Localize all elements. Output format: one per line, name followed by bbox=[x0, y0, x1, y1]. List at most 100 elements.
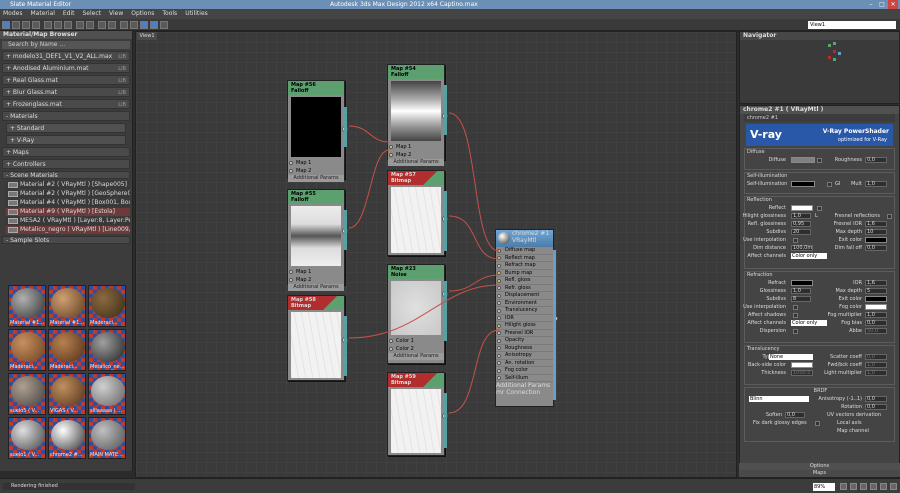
view-select[interactable]: View1 bbox=[808, 21, 896, 29]
refract-swatch[interactable] bbox=[791, 280, 813, 286]
material-pin[interactable]: Diffuse map bbox=[496, 247, 553, 255]
pin-map2[interactable]: Map 2 bbox=[288, 167, 344, 175]
layout-children-icon[interactable] bbox=[108, 21, 116, 29]
dim-spinner[interactable]: 100,0m bbox=[791, 245, 813, 251]
pin-color2[interactable]: Color 2 bbox=[388, 345, 444, 353]
sample-slot[interactable]: suelo5 ( V... bbox=[8, 373, 46, 415]
node-map54[interactable]: Map #54 Falloff Map 1 Map 2 Additional Pa… bbox=[387, 64, 448, 166]
additional-params[interactable]: Additional Params bbox=[288, 175, 344, 182]
selfillum-swatch[interactable] bbox=[791, 181, 815, 187]
pin-map1[interactable]: Map 1 bbox=[388, 143, 444, 151]
update-icon[interactable] bbox=[160, 21, 168, 29]
material-pin[interactable]: Anisotropy bbox=[496, 352, 553, 360]
view-icon[interactable] bbox=[150, 21, 158, 29]
brdf-type-dropdown[interactable]: Blinn bbox=[749, 396, 809, 402]
sample-slot[interactable]: Maderaci... bbox=[8, 329, 46, 371]
fogmult-spinner[interactable]: 1,0 bbox=[865, 312, 887, 318]
menu-item[interactable]: Modes bbox=[3, 9, 22, 19]
material-pin[interactable]: Reflect map bbox=[496, 255, 553, 262]
library-item[interactable]: + Frozenglass.mat LIB bbox=[2, 99, 130, 109]
scene-material-item[interactable]: Material #2 ( VRayMtl ) [Shape005] bbox=[6, 181, 130, 189]
ior-spinner[interactable]: 1,6 bbox=[865, 280, 887, 286]
material-pin[interactable]: Bump map bbox=[496, 270, 553, 277]
material-map-browser-icon[interactable] bbox=[120, 21, 128, 29]
move-children-icon[interactable] bbox=[54, 21, 62, 29]
hilight-spinner[interactable]: 1,0 bbox=[791, 213, 811, 219]
sample-slot[interactable]: Maderaci... bbox=[88, 285, 126, 327]
sample-slot[interactable]: Metalico_ne... bbox=[88, 329, 126, 371]
close-icon[interactable]: ✕ bbox=[888, 0, 898, 9]
sample-slot[interactable]: Material #1... bbox=[8, 285, 46, 327]
layout-all-icon[interactable] bbox=[98, 21, 106, 29]
put-to-scene-icon[interactable] bbox=[22, 21, 30, 29]
menu-item[interactable]: Options bbox=[131, 9, 154, 19]
menu-item[interactable]: Material bbox=[30, 9, 54, 19]
additional-params[interactable]: Additional Params bbox=[388, 159, 444, 166]
subdivs-spinner[interactable]: 20 bbox=[791, 229, 811, 235]
node-map23[interactable]: Map #23 Noise Color 1 Color 2 Additional … bbox=[387, 264, 448, 364]
library-item[interactable]: + Anodised Aluminium.mat LIB bbox=[2, 63, 130, 73]
show-background-icon[interactable] bbox=[86, 21, 94, 29]
map-channel-radio[interactable]: Map channel bbox=[837, 427, 869, 435]
tab-view1[interactable]: View1 bbox=[137, 32, 157, 40]
menu-item[interactable]: Tools bbox=[162, 9, 177, 19]
material-name-field[interactable]: chrome2 #1 bbox=[744, 114, 895, 122]
navigator-minimap[interactable] bbox=[828, 42, 842, 64]
pin-map2[interactable]: Map 2 bbox=[388, 151, 444, 159]
materials-vray[interactable]: + V-Ray bbox=[6, 135, 126, 145]
scene-material-item[interactable]: MESA2 ( VRayMtl ) [Layer:8, Layer:Pel... bbox=[6, 217, 130, 225]
shadows-checkbox[interactable] bbox=[793, 312, 798, 318]
delete-icon[interactable] bbox=[44, 21, 52, 29]
controllers-group[interactable]: + Controllers bbox=[2, 159, 130, 169]
maximize-icon[interactable]: □ bbox=[877, 0, 887, 9]
refr-exit-swatch[interactable] bbox=[865, 296, 887, 302]
exit-swatch[interactable] bbox=[865, 237, 887, 243]
disp-checkbox[interactable] bbox=[793, 328, 798, 334]
material-pin[interactable]: Translucency bbox=[496, 307, 553, 315]
interp-checkbox[interactable] bbox=[793, 237, 798, 243]
fresnel-checkbox[interactable] bbox=[887, 213, 892, 219]
pin-map2[interactable]: Map 2 bbox=[288, 276, 344, 284]
trans-type-dropdown[interactable]: None bbox=[769, 354, 813, 360]
sample-slot[interactable]: MAIN MATE... bbox=[88, 417, 126, 459]
maps-rollout[interactable]: Maps bbox=[739, 470, 900, 477]
refr-maxdepth-spinner[interactable]: 5 bbox=[865, 288, 887, 294]
mr-connection[interactable]: mr Connection bbox=[496, 389, 553, 396]
select-tool-icon[interactable] bbox=[2, 21, 10, 29]
sample-slots-group[interactable]: - Sample Slots bbox=[2, 236, 130, 244]
mult-spinner[interactable]: 1,0 bbox=[865, 181, 887, 187]
material-pin[interactable]: Opacity bbox=[496, 337, 553, 345]
hide-unused-icon[interactable] bbox=[64, 21, 72, 29]
refr-subdivs-spinner[interactable]: 8 bbox=[791, 296, 811, 302]
refr-affect-dropdown[interactable]: Color only bbox=[791, 320, 827, 326]
soften-spinner[interactable]: 0,0 bbox=[785, 412, 805, 418]
fwd-spinner[interactable]: 1,0 bbox=[865, 362, 887, 368]
material-pin[interactable]: An. rotation bbox=[496, 360, 553, 367]
maxdepth-spinner[interactable]: 10 bbox=[865, 229, 887, 235]
material-pin[interactable]: Refl. gloss bbox=[496, 277, 553, 285]
refr-interp-checkbox[interactable] bbox=[793, 304, 798, 310]
show-map-icon[interactable] bbox=[76, 21, 84, 29]
material-pin[interactable]: IOR bbox=[496, 315, 553, 322]
pin-color1[interactable]: Color 1 bbox=[388, 337, 444, 345]
aniso-spinner[interactable]: 0,0 bbox=[865, 396, 887, 402]
fix-checkbox[interactable] bbox=[815, 420, 820, 426]
material-pin[interactable]: Refr. gloss bbox=[496, 285, 553, 292]
scene-materials-group[interactable]: - Scene Materials bbox=[2, 171, 130, 179]
sample-slot[interactable]: VIGAS ( V... bbox=[48, 373, 86, 415]
diffuse-swatch[interactable] bbox=[791, 157, 815, 163]
material-pin[interactable]: Environment bbox=[496, 300, 553, 307]
materials-standard[interactable]: + Standard bbox=[6, 123, 126, 133]
material-pin[interactable]: Displacement bbox=[496, 292, 553, 300]
scene-material-item[interactable]: Material #9 ( VRayMtl ) [Estola] bbox=[6, 208, 130, 216]
options-rollout[interactable]: Options bbox=[739, 463, 900, 470]
light-spinner[interactable]: 1,0 bbox=[865, 370, 887, 376]
assign-icon[interactable] bbox=[32, 21, 40, 29]
reflgloss-spinner[interactable]: 0,95 bbox=[791, 221, 811, 227]
additional-params[interactable]: Additional Params bbox=[496, 382, 553, 389]
node-map55[interactable]: Map #55 Falloff Map 1 Map 2 Additional Pa… bbox=[287, 189, 348, 291]
back-swatch[interactable] bbox=[791, 362, 813, 368]
library-item[interactable]: + Real Glass.mat LIB bbox=[2, 75, 130, 85]
fior-spinner[interactable]: 1,6 bbox=[865, 221, 887, 227]
browser-search-input[interactable]: Search by Name ... bbox=[2, 41, 130, 49]
